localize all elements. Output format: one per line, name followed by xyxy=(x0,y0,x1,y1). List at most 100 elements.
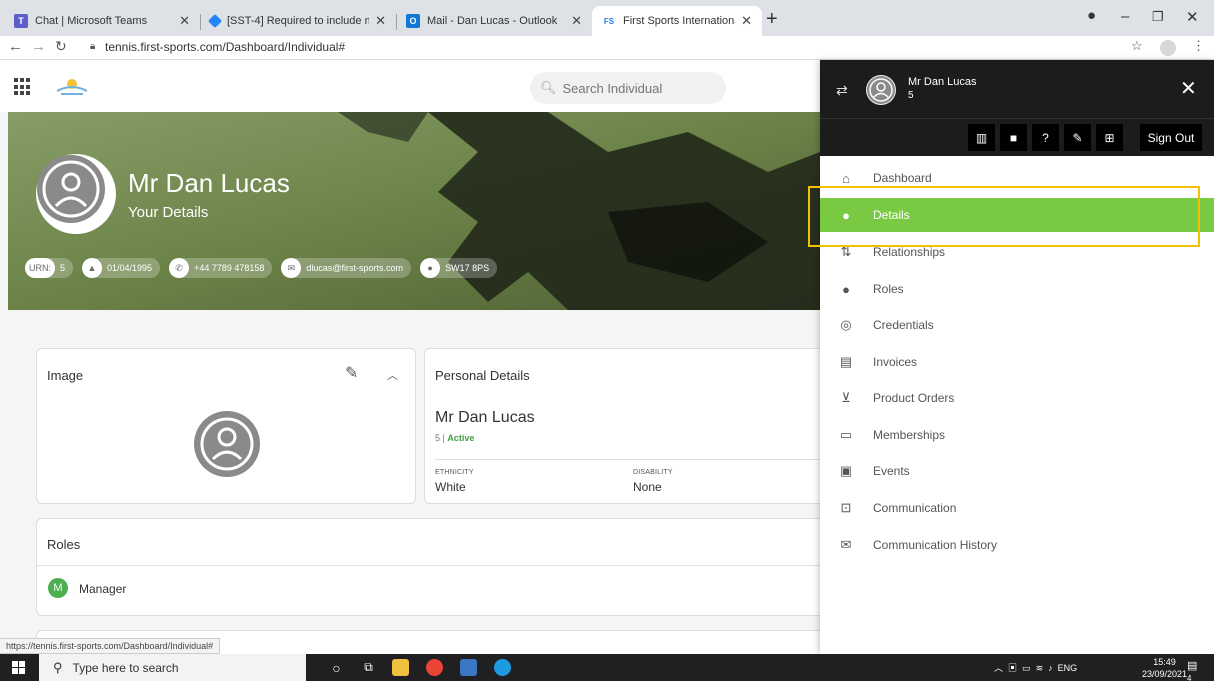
tab-label: [SST-4] Required to include mem xyxy=(227,15,369,27)
outlook-taskbar-icon[interactable] xyxy=(460,659,477,676)
chevron-up-icon[interactable]: ︿ xyxy=(387,367,398,383)
browser-tab-bar: T Chat | Microsoft Teams ✕ [SST-4] Requi… xyxy=(0,0,1214,36)
window-close-button[interactable]: ✕ xyxy=(1186,8,1199,26)
tab-outlook[interactable]: O Mail - Dan Lucas - Outlook ✕ xyxy=(396,6,592,36)
edit-button[interactable]: ✎ xyxy=(1064,124,1091,151)
minimize-button[interactable]: – xyxy=(1121,8,1129,25)
help-button[interactable]: ? xyxy=(1032,124,1059,151)
location-value: SW17 8PS xyxy=(445,263,490,273)
user-avatar-icon xyxy=(37,155,105,223)
reload-icon[interactable]: ↻ xyxy=(55,38,67,55)
urn-value: 5 xyxy=(60,263,66,273)
battery-icon[interactable]: ▭ xyxy=(1022,663,1031,673)
stats-button[interactable]: ▥ xyxy=(968,124,995,151)
new-tab-button[interactable]: + xyxy=(766,8,778,31)
forward-icon[interactable]: → xyxy=(31,38,46,55)
sign-out-button[interactable]: Sign Out xyxy=(1140,124,1202,151)
panel-user-number: 5 xyxy=(908,90,914,101)
menu-item-memberships[interactable]: ▭ Memberships xyxy=(820,418,1214,452)
page-subtitle: Your Details xyxy=(128,204,209,221)
tab-label: Mail - Dan Lucas - Outlook xyxy=(427,15,558,27)
url-field[interactable]: tennis.first-sports.com/Dashboard/Indivi… xyxy=(105,40,345,54)
cortana-icon[interactable]: ○ xyxy=(328,659,345,676)
search-box[interactable]: 🔍︎ xyxy=(530,72,726,104)
tray-apps-icon[interactable]: ▣ xyxy=(1008,663,1017,673)
close-icon[interactable]: ✕ xyxy=(571,13,582,29)
chrome-icon[interactable] xyxy=(426,659,443,676)
bar-chart-icon: ▥ xyxy=(975,130,988,145)
file-explorer-icon[interactable] xyxy=(392,659,409,676)
back-icon[interactable]: ← xyxy=(8,38,23,55)
menu-item-product-orders[interactable]: ⊻ Product Orders xyxy=(820,381,1214,415)
card-title: Roles xyxy=(47,537,81,552)
menu-label: Product Orders xyxy=(873,391,955,405)
location-chip: ● SW17 8PS xyxy=(420,258,498,278)
wifi-icon[interactable]: ≋ xyxy=(1036,663,1044,673)
role-label[interactable]: Manager xyxy=(79,582,126,596)
disability-label: DISABILITY xyxy=(633,469,673,476)
close-icon[interactable]: ✕ xyxy=(1180,76,1197,101)
apps-grid-icon[interactable] xyxy=(14,78,32,96)
user-avatar-icon xyxy=(200,417,254,471)
email-chip: ✉ dlucas@first-sports.com xyxy=(281,258,412,278)
clock-date: 23/09/2021 xyxy=(1142,669,1188,679)
lock-button[interactable]: ■ xyxy=(1000,124,1027,151)
close-icon[interactable]: ✕ xyxy=(375,13,386,29)
disability-value: None xyxy=(633,480,662,494)
edit-pencil-icon[interactable]: ✎ xyxy=(345,363,358,383)
tray-chevron-icon[interactable]: ︿ xyxy=(994,663,1003,673)
menu-label: Communication History xyxy=(873,538,998,552)
side-panel: ⇄ Mr Dan Lucas 5 ✕ ▥ ■ ? ✎ ⊞ Sign Out ⌂ xyxy=(820,60,1214,654)
page-title: Mr Dan Lucas xyxy=(128,168,290,198)
taskbar-search[interactable]: ⚲ Type here to search xyxy=(39,654,306,681)
close-icon[interactable]: ✕ xyxy=(741,13,752,29)
table-button[interactable]: ⊞ xyxy=(1096,124,1123,151)
ethnicity-label: ETHNICITY xyxy=(435,469,474,476)
menu-label: Invoices xyxy=(873,355,918,369)
task-view-icon[interactable]: ⧉ xyxy=(360,659,377,676)
windows-start-icon[interactable] xyxy=(12,661,25,674)
menu-item-communication-history[interactable]: ✉ Communication History xyxy=(820,528,1214,562)
logo[interactable] xyxy=(55,77,89,97)
menu-label: Communication xyxy=(873,501,957,515)
menu-item-roles[interactable]: ● Roles xyxy=(820,272,1214,306)
clock[interactable]: 15:49 23/09/2021 xyxy=(1142,656,1187,680)
divider xyxy=(435,459,834,460)
tab-jira[interactable]: [SST-4] Required to include mem ✕ xyxy=(200,6,396,36)
search-input[interactable] xyxy=(562,80,713,96)
menu-label: Relationships xyxy=(873,245,946,259)
tab-teams[interactable]: T Chat | Microsoft Teams ✕ xyxy=(4,6,200,36)
profile-icon[interactable] xyxy=(1160,40,1176,56)
person-id: 5 xyxy=(435,433,441,443)
lock-icon: ■ xyxy=(1009,130,1018,145)
roles-card: Roles M Manager xyxy=(36,518,834,616)
browser-profile-icon[interactable]: ● xyxy=(1087,7,1096,24)
menu-label: Events xyxy=(873,464,910,478)
mail-icon: ✉ xyxy=(840,537,852,552)
personal-details-card: Personal Details Mr Dan Lucas 5 | Active… xyxy=(424,348,834,504)
address-bar: ← → ↻ 🔒︎ tennis.first-sports.com/Dashboa… xyxy=(0,36,1214,60)
divider xyxy=(37,565,834,566)
menu-kebab-icon[interactable]: ⋮ xyxy=(1192,38,1205,54)
profile-banner: Mr Dan Lucas Your Details URN: 5 ▲ 01/04… xyxy=(8,112,820,310)
volume-icon[interactable]: ♪ xyxy=(1048,663,1053,673)
menu-label: Memberships xyxy=(873,428,946,442)
close-icon[interactable]: ✕ xyxy=(179,13,190,29)
maximize-button[interactable]: ❐ xyxy=(1152,9,1164,25)
notification-center[interactable]: ▤ 4 xyxy=(1187,659,1204,681)
meta-separator: | xyxy=(442,433,445,443)
help-icon: ? xyxy=(1042,130,1049,145)
language-indicator[interactable]: ENG xyxy=(1058,663,1078,673)
edge-icon[interactable] xyxy=(494,659,511,676)
fs-icon: FS xyxy=(603,16,615,26)
menu-item-invoices[interactable]: ▤ Invoices xyxy=(820,345,1214,379)
bookmark-star-icon[interactable]: ☆ xyxy=(1131,38,1143,54)
swap-icon[interactable]: ⇄ xyxy=(836,82,848,99)
outlook-icon: O xyxy=(406,14,420,28)
menu-item-events[interactable]: ▣ Events xyxy=(820,454,1214,488)
menu-item-communication[interactable]: ⊡ Communication xyxy=(820,491,1214,525)
menu-item-credentials[interactable]: ◎ Credentials xyxy=(820,308,1214,342)
tab-first-sports[interactable]: FS First Sports International ✕ xyxy=(592,6,762,36)
notification-count: 4 xyxy=(1187,674,1192,681)
role-initial-badge: M xyxy=(48,578,68,598)
